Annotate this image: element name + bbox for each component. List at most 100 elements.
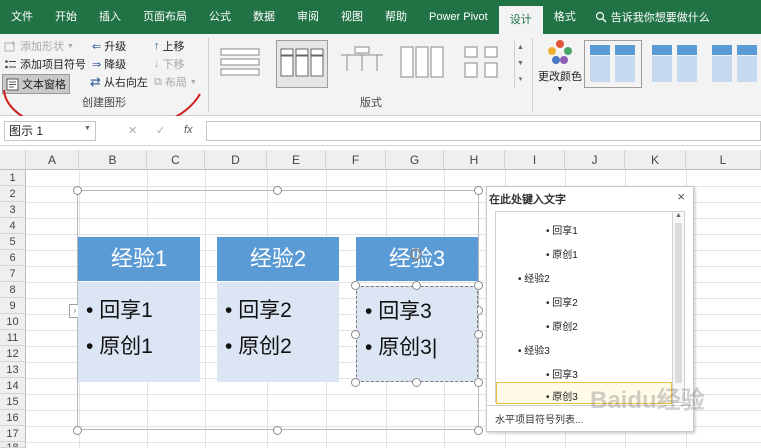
smartart-body-3[interactable]: • 回享3 • 原创3| [356, 286, 478, 382]
select-all-corner[interactable] [0, 150, 26, 170]
resize-handle[interactable] [412, 378, 421, 387]
tab-view[interactable]: 视图 [330, 0, 374, 34]
resize-handle[interactable] [273, 186, 282, 195]
promote-button[interactable]: ⇐ 升级 [92, 38, 126, 54]
column-header[interactable]: E [267, 150, 326, 170]
tab-home[interactable]: 开始 [44, 0, 88, 34]
tab-insert[interactable]: 插入 [88, 0, 132, 34]
row-header[interactable]: 5 [0, 234, 26, 250]
tab-review[interactable]: 审阅 [286, 0, 330, 34]
layout-option-4[interactable] [396, 40, 448, 88]
column-header[interactable]: K [625, 150, 686, 170]
column-header[interactable]: J [565, 150, 625, 170]
resize-handle[interactable] [412, 281, 421, 290]
resize-handle[interactable] [351, 281, 360, 290]
column-header[interactable]: C [147, 150, 205, 170]
tab-format[interactable]: 格式 [543, 0, 587, 34]
row-header[interactable]: 1 [0, 170, 26, 186]
row-header[interactable]: 12 [0, 346, 26, 362]
text-pane-item[interactable]: • 原创1 [546, 246, 578, 261]
resize-handle[interactable] [474, 330, 483, 339]
row-header[interactable]: 3 [0, 202, 26, 218]
tab-power-pivot[interactable]: Power Pivot [418, 0, 499, 34]
scroll-thumb[interactable] [675, 223, 682, 383]
name-box[interactable]: 图示 1 [4, 121, 96, 141]
close-icon[interactable]: × [677, 189, 685, 204]
rotate-handle-icon[interactable] [408, 246, 424, 262]
layouts-scroll[interactable]: ▲ ▼ ▾ [514, 40, 526, 88]
smartart-body-1[interactable]: • 回享1 • 原创1 [78, 282, 200, 382]
text-pane-item[interactable]: • 回享3 [546, 366, 578, 381]
text-pane-item[interactable]: • 回享1 [546, 222, 578, 237]
tab-file[interactable]: 文件 [0, 0, 44, 34]
resize-handle[interactable] [273, 426, 282, 435]
row-header[interactable]: 17 [0, 426, 26, 442]
row-header[interactable]: 13 [0, 362, 26, 378]
column-header[interactable]: H [444, 150, 505, 170]
row-header[interactable]: 8 [0, 282, 26, 298]
ribbon-tab-bar: 文件 开始 插入 页面布局 公式 数据 审阅 视图 帮助 Power Pivot… [0, 0, 761, 34]
text-pane-editor[interactable]: • 回享1 • 原创1 • 经验2 • 回享2 • 原创2 • 经验3 • 回享… [495, 211, 685, 404]
resize-handle[interactable] [474, 281, 483, 290]
layout-option-5[interactable] [456, 40, 508, 88]
row-header[interactable]: 14 [0, 378, 26, 394]
change-colors-button[interactable]: 更改颜色 ▼ [538, 38, 582, 93]
row-header[interactable]: 18 [0, 442, 26, 448]
row-header[interactable]: 16 [0, 410, 26, 426]
tab-page-layout[interactable]: 页面布局 [132, 0, 198, 34]
tab-data[interactable]: 数据 [242, 0, 286, 34]
tab-design[interactable]: 设计 [498, 6, 543, 34]
resize-handle[interactable] [73, 186, 82, 195]
row-header[interactable]: 6 [0, 250, 26, 266]
style-option-2[interactable] [646, 40, 704, 88]
tab-help[interactable]: 帮助 [374, 0, 418, 34]
style-preview-icon [652, 45, 697, 82]
gridline [26, 442, 761, 443]
text-pane-item[interactable]: • 经验2 [518, 270, 550, 285]
smartart-heading-2[interactable]: 经验2 [217, 237, 339, 281]
text-pane-item[interactable]: • 原创2 [546, 318, 578, 333]
move-up-button[interactable]: ↑ 上移 [154, 38, 185, 54]
enter-icon[interactable]: ✓ [156, 124, 165, 137]
text-pane-item[interactable]: • 原创3 [546, 388, 578, 403]
column-header[interactable]: G [386, 150, 444, 170]
fx-icon[interactable]: fx [184, 124, 193, 136]
row-header[interactable]: 7 [0, 266, 26, 282]
smartart-body-2[interactable]: • 回享2 • 原创2 [217, 282, 339, 382]
style-option-3[interactable] [706, 40, 761, 88]
row-header[interactable]: 4 [0, 218, 26, 234]
row-header[interactable]: 10 [0, 314, 26, 330]
row-header[interactable]: 2 [0, 186, 26, 202]
resize-handle[interactable] [351, 330, 360, 339]
column-header[interactable]: L [686, 150, 761, 170]
tab-formulas[interactable]: 公式 [198, 0, 242, 34]
resize-handle[interactable] [351, 378, 360, 387]
formula-input[interactable] [206, 121, 761, 141]
scroll-up-icon[interactable]: ▲ [673, 212, 684, 219]
resize-handle[interactable] [474, 186, 483, 195]
layout-option-2[interactable] [276, 40, 328, 88]
text-pane-item[interactable]: • 回享2 [546, 294, 578, 309]
cancel-icon[interactable]: ✕ [128, 124, 137, 137]
resize-handle[interactable] [73, 426, 82, 435]
resize-handle[interactable] [474, 378, 483, 387]
namebox-dropdown-icon[interactable]: ▼ [84, 125, 91, 132]
text-pane-item[interactable]: • 经验3 [518, 342, 550, 357]
add-shape-button[interactable]: 添加形状 ▼ [4, 38, 74, 54]
layout-option-3[interactable] [336, 40, 388, 88]
row-header[interactable]: 11 [0, 330, 26, 346]
row-header[interactable]: 15 [0, 394, 26, 410]
column-header[interactable]: F [326, 150, 386, 170]
style-option-1[interactable] [584, 40, 642, 88]
text-pane-footer-link[interactable]: 水平项目符号列表... [495, 411, 583, 426]
layout-option-1[interactable] [216, 40, 268, 88]
resize-handle[interactable] [474, 426, 483, 435]
tell-me-box[interactable]: 告诉我你想要做什么 [595, 0, 710, 34]
row-header[interactable]: 9 [0, 298, 26, 314]
column-header[interactable]: D [205, 150, 267, 170]
column-header[interactable]: I [505, 150, 565, 170]
column-header[interactable]: A [26, 150, 79, 170]
text-pane-scrollbar[interactable]: ▲ [672, 212, 684, 402]
smartart-heading-1[interactable]: 经验1 [78, 237, 200, 281]
column-header[interactable]: B [79, 150, 147, 170]
